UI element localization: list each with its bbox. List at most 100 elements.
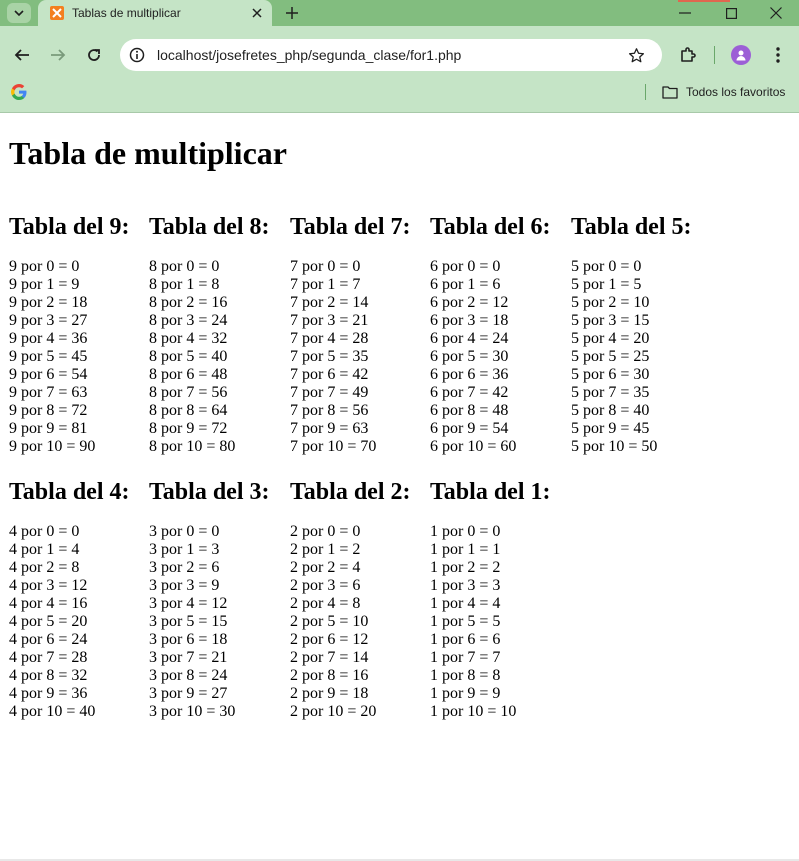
table-line: 1 por 9 = 9 [430,685,501,702]
multiplication-table: Tabla del 2: 2 por 0 = 02 por 1 = 22 por … [290,478,430,720]
table-line: 9 por 7 = 63 [9,384,88,401]
star-icon [628,47,644,62]
multiplication-table: Tabla del 7: 7 por 0 = 07 por 1 = 77 por … [290,213,430,455]
table-lines: 9 por 0 = 09 por 1 = 99 por 2 = 18 9 por … [9,258,95,456]
table-line: 9 por 8 = 72 [9,402,88,419]
google-icon[interactable] [10,83,28,101]
page-content: Tabla de multiplicar Tabla del 9: 9 por 0… [0,113,799,861]
table-line: 9 por 0 = 0 [9,258,80,275]
table-line: 6 por 8 = 48 [430,402,509,419]
table-line: 3 por 1 = 3 [149,541,220,558]
table-line: 2 por 4 = 8 [290,595,361,612]
site-info-button[interactable] [128,46,146,64]
table-heading: Tabla del 4: [9,479,130,505]
table-line: 6 por 1 = 6 [430,276,501,293]
table-line: 2 por 9 = 18 [290,685,369,702]
table-line: 5 por 1 = 5 [571,276,642,293]
tab-title: Tablas de multiplicar [72,6,181,20]
bookmarks-separator [645,84,646,100]
table-line: 9 por 9 = 81 [9,420,88,437]
close-icon [252,8,262,18]
table-line: 2 por 3 = 6 [290,577,361,594]
table-line: 2 por 7 = 14 [290,649,369,666]
new-tab-button[interactable] [282,3,302,23]
table-line: 4 por 0 = 0 [9,523,80,540]
table-line: 1 por 4 = 4 [430,595,501,612]
table-line: 5 por 3 = 15 [571,312,650,329]
table-line: 6 por 2 = 12 [430,294,509,311]
minimize-icon [679,12,691,14]
table-line: 6 por 7 = 42 [430,384,509,401]
browser-menu-button[interactable] [767,43,789,67]
table-line: 1 por 6 = 6 [430,631,501,648]
table-lines: 1 por 0 = 01 por 1 = 11 por 2 = 21 por 3… [430,523,516,721]
table-line: 7 por 6 = 42 [290,366,369,383]
forward-button[interactable] [45,42,71,68]
table-line: 9 por 2 = 18 [9,294,88,311]
tab-close-button[interactable] [248,4,266,22]
table-line: 4 por 4 = 16 [9,595,88,612]
table-line: 8 por 2 = 16 [149,294,228,311]
table-line: 9 por 1 = 9 [9,276,80,293]
address-bar[interactable]: localhost/josefretes_php/segunda_clase/f… [120,39,662,71]
table-line: 4 por 3 = 12 [9,577,88,594]
plus-icon [286,7,298,19]
table-line: 6 por 6 = 36 [430,366,509,383]
table-heading: Tabla del 5: [571,214,692,240]
all-bookmarks-button[interactable]: Todos los favoritos [662,82,785,102]
multiplication-table: Tabla del 6: 6 por 0 = 06 por 1 = 66 por … [430,213,570,455]
table-line: 7 por 5 = 35 [290,348,369,365]
window-close-button[interactable] [753,0,799,26]
table-line: 2 por 5 = 10 [290,613,369,630]
minimize-button[interactable] [662,0,708,26]
bookmark-star-button[interactable] [626,45,646,65]
bookmarks-label: Todos los favoritos [686,85,786,99]
tab-search-button[interactable] [7,3,31,23]
active-tab[interactable]: Tablas de multiplicar [38,0,272,26]
table-line: 1 por 5 = 5 [430,613,501,630]
table-line: 3 por 10 = 30 [149,703,236,720]
table-heading: Tabla del 1: [430,479,551,505]
tab-search-icon [14,10,24,17]
reload-button[interactable] [81,42,107,68]
table-heading: Tabla del 6: [430,214,551,240]
table-line: 3 por 3 = 9 [149,577,220,594]
table-line: 8 por 1 = 8 [149,276,220,293]
table-line: 4 por 8 = 32 [9,667,88,684]
extensions-icon [681,47,696,62]
table-lines: 7 por 0 = 07 por 1 = 77 por 2 = 14 7 por … [290,258,376,456]
table-line: 4 por 1 = 4 [9,541,80,558]
table-line: 7 por 3 = 21 [290,312,369,329]
table-line: 3 por 0 = 0 [149,523,220,540]
table-line: 1 por 1 = 1 [430,541,501,558]
table-line: 7 por 0 = 0 [290,258,361,275]
table-line: 3 por 8 = 24 [149,667,228,684]
table-line: 4 por 2 = 8 [9,559,80,576]
maximize-button[interactable] [708,0,754,26]
multiplication-table: Tabla del 3: 3 por 0 = 03 por 1 = 3 3 por … [149,478,289,720]
profile-avatar[interactable] [731,45,751,65]
table-line: 2 por 6 = 12 [290,631,369,648]
table-lines: 4 por 0 = 04 por 1 = 44 por 2 = 84 por 3… [9,523,95,721]
extensions-button[interactable] [676,43,700,67]
table-line: 6 por 4 = 24 [430,330,509,347]
url-text[interactable]: localhost/josefretes_php/segunda_clase/f… [157,47,461,63]
browser-chrome: Tablas de multiplicar localhost/josefret… [0,0,799,112]
table-line: 4 por 7 = 28 [9,649,88,666]
table-line: 1 por 0 = 0 [430,523,501,540]
table-heading: Tabla del 8: [149,214,270,240]
table-line: 8 por 9 = 72 [149,420,228,437]
table-line: 1 por 8 = 8 [430,667,501,684]
table-line: 8 por 0 = 0 [149,258,220,275]
table-heading: Tabla del 3: [149,479,270,505]
table-line: 8 por 4 = 32 [149,330,228,347]
table-heading: Tabla del 9: [9,214,130,240]
table-line: 3 por 7 = 21 [149,649,228,666]
table-lines: 6 por 0 = 06 por 1 = 66 por 2 = 12 6 por … [430,258,516,456]
table-line: 3 por 6 = 18 [149,631,228,648]
table-heading: Tabla del 7: [290,214,411,240]
back-button[interactable] [9,42,35,68]
table-line: 8 por 3 = 24 [149,312,228,329]
table-lines: 8 por 0 = 08 por 1 = 88 por 2 = 16 8 por … [149,258,235,456]
table-line: 7 por 1 = 7 [290,276,361,293]
